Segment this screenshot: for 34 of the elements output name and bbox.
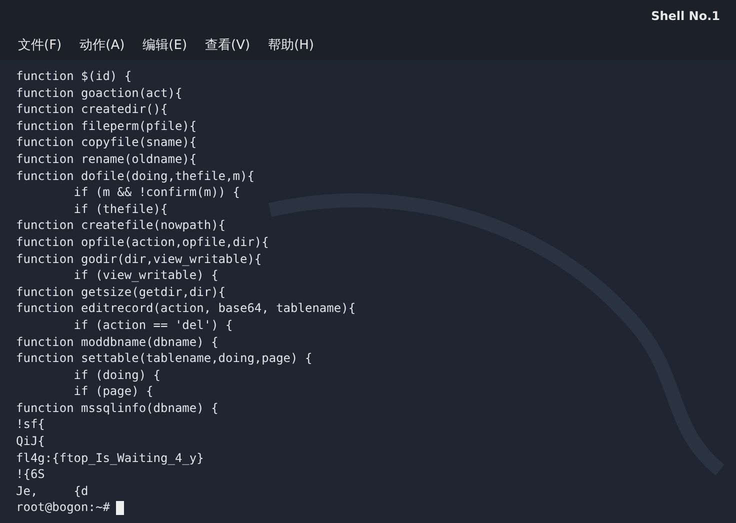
terminal-line: if (m && !confirm(m)) { [72,184,240,201]
terminal-line: function $(id) { [16,68,132,85]
terminal-line: function mssqlinfo(dbname) { [16,400,218,416]
terminal-line: function editrecord(action, base64, tablename){ [16,300,356,317]
menu-item[interactable]: 查看(V) [205,36,250,56]
terminal-line: function createfile(nowpath){ [16,217,226,234]
terminal-line: fl4g:{ftop_Is_Waiting_4_y} [16,450,204,466]
terminal-line: function settable(tablename,doing,page) { [16,350,312,367]
terminal-line: if (doing) { [72,366,160,384]
menu-item[interactable]: 动作(A) [80,36,125,56]
terminal-line: function dofile(doing,thefile,m){ [16,168,254,184]
terminal-line: if (action == 'del') { [72,316,233,334]
terminal-line: function rename(oldname){ [16,150,197,168]
terminal-line: Je, {d [16,482,88,500]
menu-item[interactable]: 编辑(E) [142,36,188,56]
terminal-line: function goaction(act){ [16,84,182,102]
terminal-line: !sf{ [16,416,45,434]
terminal-line: if (view_writable) { [72,267,218,284]
terminal-line: function createdir(){ [16,101,168,118]
shell-prompt: root@bogon:~# [16,499,110,516]
terminal-line: function fileperm(pfile){ [16,118,197,134]
terminal-line: function godir(dir,view_writable){ [16,250,262,268]
terminal-line: function moddbname(dbname) { [16,334,218,350]
terminal-line: if (thefile){ [72,200,168,218]
menu-item[interactable]: 帮助(H) [268,36,314,56]
cursor-icon [116,500,124,515]
window-title: Shell No.1 [651,8,720,25]
terminal-line: !{6S [16,466,45,483]
menu-item[interactable]: 文件(F) [18,36,62,56]
terminal-line: if (page) { [72,383,154,400]
terminal-line: function copyfile(sname){ [16,134,197,151]
terminal-line: function opfile(action,opfile,dir){ [16,234,269,251]
terminal-line: QiJ{ [16,433,45,450]
terminal-line: function getsize(getdir,dir){ [16,284,226,300]
